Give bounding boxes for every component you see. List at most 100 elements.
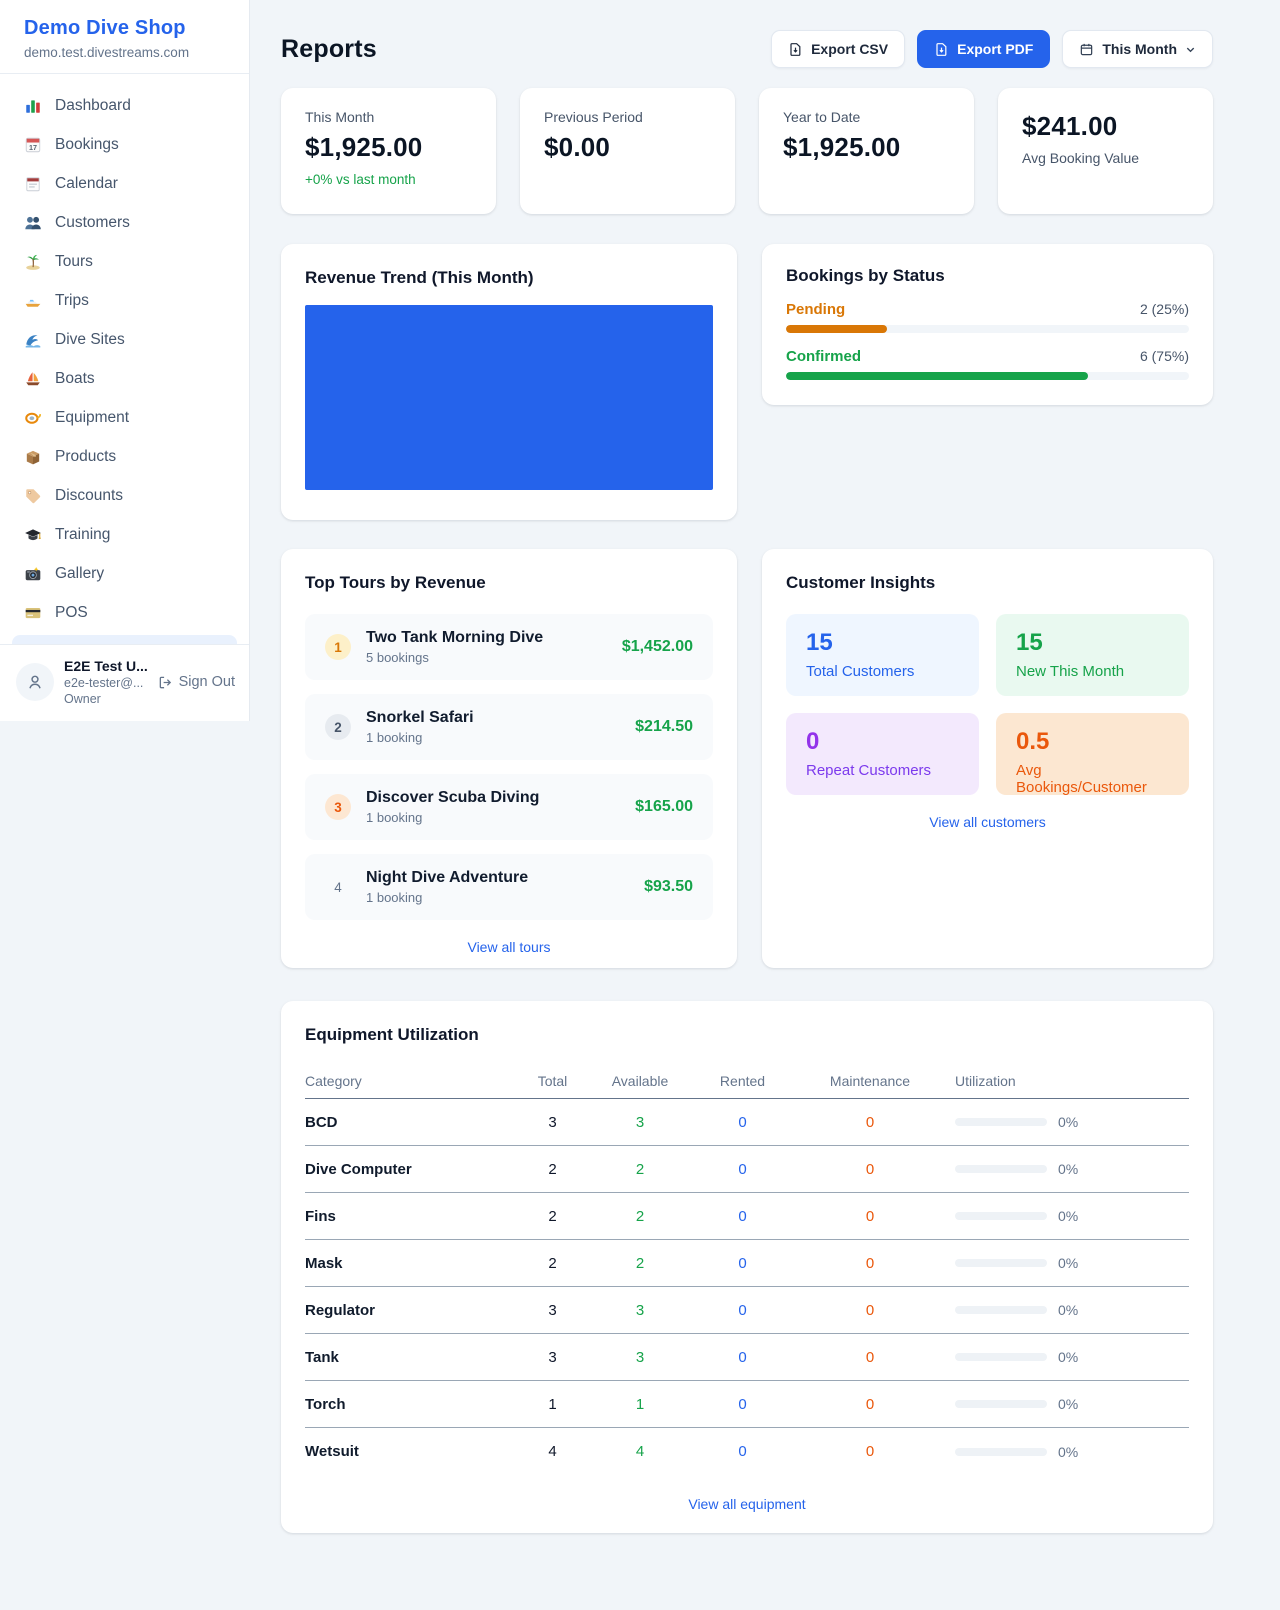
equipment-available: 4 [590,1443,690,1460]
stat-label: Previous Period [544,109,711,125]
user-email: e2e-tester@... [64,676,148,690]
sidebar-item-dive-sites[interactable]: Dive Sites [0,320,249,359]
sidebar-item-label: Training [55,526,110,544]
equipment-maintenance: 0 [795,1255,945,1272]
sidebar-item-label: Boats [55,370,95,388]
sidebar-item-pos[interactable]: POS [0,593,249,632]
view-all-tours-link[interactable]: View all tours [305,939,713,955]
utilization-bar-track [955,1353,1047,1361]
insight-label: Total Customers [806,663,959,680]
rank-badge: 2 [325,714,351,740]
sidebar-item-calendar[interactable]: Calendar [0,164,249,203]
equipment-category: Mask [305,1255,515,1272]
tour-revenue: $214.50 [635,718,693,736]
utilization-bar-track [955,1259,1047,1267]
equipment-available: 3 [590,1302,690,1319]
utilization-bar-track [955,1118,1047,1126]
top-tours-list: 1 Two Tank Morning Dive 5 bookings $1,45… [305,614,713,920]
sidebar-item-customers[interactable]: Customers [0,203,249,242]
equipment-category: Fins [305,1208,515,1225]
stat-value: $0.00 [544,132,711,163]
equipment-available: 1 [590,1396,690,1413]
insight-tile-avg-bookings: 0.5 Avg Bookings/Customer [996,713,1189,795]
stat-cards: This Month $1,925.00 +0% vs last month P… [281,88,1213,214]
utilization-bar-track [955,1400,1047,1408]
sidebar-item-label: Gallery [55,565,104,583]
equipment-category: Wetsuit [305,1443,515,1460]
rank-badge: 1 [325,634,351,660]
sidebar-item-reports-partial[interactable] [12,635,237,644]
sidebar-item-dashboard[interactable]: Dashboard [0,86,249,125]
bookings-icon: 17 [24,136,42,154]
export-pdf-button[interactable]: Export PDF [917,30,1050,68]
utilization-percent: 0% [1058,1208,1078,1224]
equipment-total: 3 [515,1302,590,1319]
sidebar-user-footer: E2E Test U... e2e-tester@... Owner Sign … [0,644,249,721]
sidebar-item-products[interactable]: Products [0,437,249,476]
status-label: Confirmed [786,348,861,365]
sidebar-nav: Dashboard 17 Bookings Calendar Customers… [0,74,249,644]
sidebar-item-tours[interactable]: Tours [0,242,249,281]
table-row: Fins 2 2 0 0 0% [305,1193,1189,1240]
equipment-total: 2 [515,1255,590,1272]
equipment-available: 3 [590,1349,690,1366]
utilization-bar-track [955,1448,1047,1456]
sidebar-item-gallery[interactable]: Gallery [0,554,249,593]
equipment-maintenance: 0 [795,1396,945,1413]
svg-text:17: 17 [29,143,37,152]
period-label: This Month [1102,41,1177,57]
equipment-table: Category Total Available Rented Maintena… [305,1063,1189,1475]
sidebar-item-discounts[interactable]: Discounts [0,476,249,515]
table-row: Tank 3 3 0 0 0% [305,1334,1189,1381]
discounts-icon [24,487,42,505]
sidebar-item-trips[interactable]: Trips [0,281,249,320]
sidebar-item-label: Customers [55,214,130,232]
sidebar-item-label: Products [55,448,116,466]
shop-domain: demo.test.divestreams.com [24,45,225,60]
table-header-row: Category Total Available Rented Maintena… [305,1063,1189,1099]
status-row-pending: Pending 2 (25%) [786,301,1189,333]
tour-row[interactable]: 2 Snorkel Safari 1 booking $214.50 [305,694,713,760]
status-count: 6 (75%) [1140,348,1189,364]
status-row-confirmed: Confirmed 6 (75%) [786,348,1189,380]
table-row: BCD 3 3 0 0 0% [305,1099,1189,1146]
export-csv-button[interactable]: Export CSV [771,30,905,68]
file-download-icon [788,42,803,57]
rank-badge: 3 [325,794,351,820]
table-row: Wetsuit 4 4 0 0 0% [305,1428,1189,1475]
equipment-available: 2 [590,1208,690,1225]
status-count: 2 (25%) [1140,301,1189,317]
stat-label: This Month [305,109,472,125]
view-all-equipment-link[interactable]: View all equipment [305,1496,1189,1512]
sidebar-item-label: Equipment [55,409,129,427]
calendar-icon [24,175,42,193]
period-dropdown[interactable]: This Month [1062,30,1213,68]
shop-name[interactable]: Demo Dive Shop [24,17,225,40]
stat-card-this-month: This Month $1,925.00 +0% vs last month [281,88,496,214]
sidebar: Demo Dive Shop demo.test.divestreams.com… [0,0,250,721]
stat-label: Year to Date [783,109,950,125]
sign-out-button[interactable]: Sign Out [158,674,235,690]
table-row: Dive Computer 2 2 0 0 0% [305,1146,1189,1193]
sidebar-item-equipment[interactable]: Equipment [0,398,249,437]
equipment-available: 3 [590,1114,690,1131]
calendar-icon [1079,42,1094,57]
products-icon [24,448,42,466]
person-icon [24,671,46,693]
tour-row[interactable]: 4 Night Dive Adventure 1 booking $93.50 [305,854,713,920]
stat-card-avg-booking-value: $241.00 Avg Booking Value [998,88,1213,214]
tour-name: Night Dive Adventure [366,869,629,887]
tour-row[interactable]: 3 Discover Scuba Diving 1 booking $165.0… [305,774,713,840]
tour-name: Discover Scuba Diving [366,789,620,807]
utilization-percent: 0% [1058,1349,1078,1365]
sidebar-item-bookings[interactable]: 17 Bookings [0,125,249,164]
sidebar-item-boats[interactable]: Boats [0,359,249,398]
customer-insights-title: Customer Insights [786,573,1189,593]
tours-icon [24,253,42,271]
user-role: Owner [64,692,148,706]
sidebar-item-training[interactable]: Training [0,515,249,554]
insight-label: New This Month [1016,663,1169,680]
tour-row[interactable]: 1 Two Tank Morning Dive 5 bookings $1,45… [305,614,713,680]
view-all-customers-link[interactable]: View all customers [786,814,1189,830]
insight-value: 15 [806,629,959,657]
